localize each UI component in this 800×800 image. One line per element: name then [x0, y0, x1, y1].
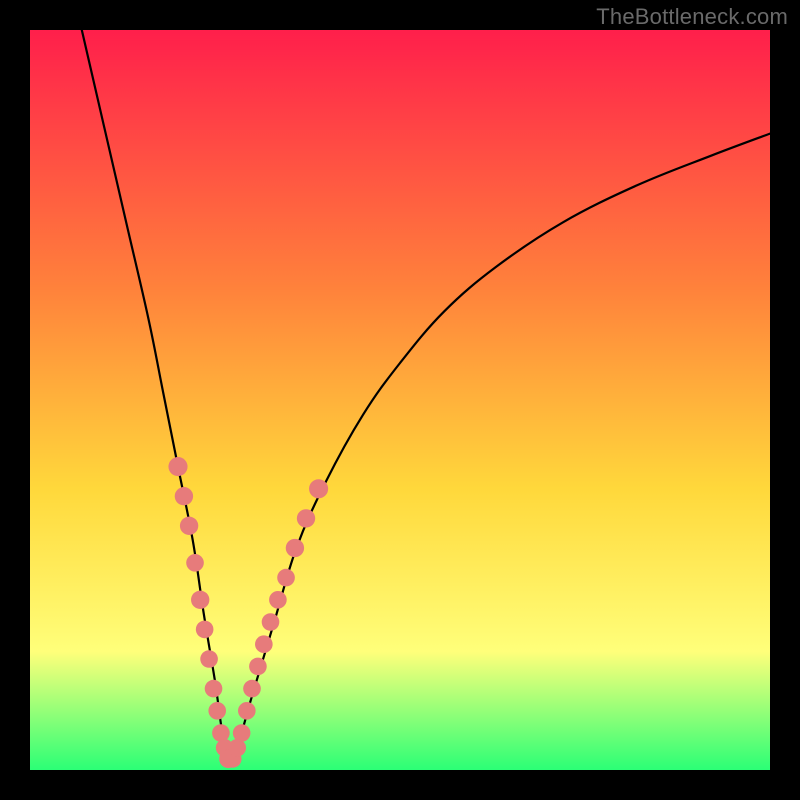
plot-area	[30, 30, 770, 770]
data-marker	[297, 509, 315, 527]
data-marker	[186, 554, 204, 572]
data-marker	[286, 539, 304, 557]
data-marker	[249, 658, 267, 676]
chart-frame: TheBottleneck.com	[0, 0, 800, 800]
data-marker	[208, 702, 226, 720]
gradient-background	[30, 30, 770, 770]
bottleneck-chart	[30, 30, 770, 770]
data-marker	[243, 680, 261, 698]
data-marker	[262, 613, 280, 631]
data-marker	[255, 635, 273, 653]
data-marker	[212, 724, 230, 742]
data-marker	[205, 680, 223, 698]
data-marker	[196, 621, 214, 639]
data-marker	[277, 569, 295, 587]
data-marker	[233, 724, 251, 742]
data-marker	[180, 517, 198, 535]
data-marker	[175, 487, 193, 505]
data-marker	[200, 650, 218, 668]
data-marker	[168, 457, 187, 476]
data-marker	[238, 702, 256, 720]
data-marker	[191, 591, 209, 609]
data-marker	[269, 591, 287, 609]
watermark-label: TheBottleneck.com	[596, 4, 788, 30]
data-marker	[309, 479, 328, 498]
